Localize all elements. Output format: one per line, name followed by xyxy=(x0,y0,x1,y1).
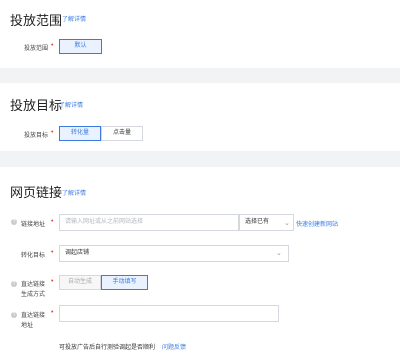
range-option-default-label: 默认 xyxy=(74,43,87,49)
range-option-default[interactable]: 默认 xyxy=(59,39,102,54)
help-icon[interactable]: ? xyxy=(11,312,17,318)
url-input-placeholder: 请输入网址或从之前网站选择 xyxy=(65,219,144,225)
direct-url-input[interactable] xyxy=(59,305,279,322)
range-section: 投放范围 了解详情 投放范围 • 默认 xyxy=(0,0,400,68)
goal-field-label: 投放目标 xyxy=(23,133,48,139)
url-label: 链接地址 xyxy=(21,222,46,228)
goal-section: 投放目标 了解详情 投放目标 • 转化量 点击量 xyxy=(0,83,400,151)
range-field-label: 投放范围 xyxy=(23,46,48,52)
url-existing-select-value: 选择已有 xyxy=(245,219,270,225)
quick-create-site-link[interactable]: 快速创建新网站 xyxy=(296,219,338,228)
url-input[interactable]: 请输入网址或从之前网站选择 xyxy=(59,214,239,231)
goal-option-clicks[interactable]: 点击量 xyxy=(101,126,143,141)
range-learn-more-link[interactable]: 了解详情 xyxy=(62,14,86,23)
required-mark: • xyxy=(51,42,54,49)
landing-section: 网页链接 了解详情 ? 链接地址 • 请输入网址或从之前网站选择 选择已有 ⌄ … xyxy=(0,167,400,353)
direct-mode-label-line2: 生成方式 xyxy=(21,292,46,298)
direct-mode-label-line1: 直达链接 xyxy=(21,282,46,288)
chevron-down-icon: ⌄ xyxy=(276,250,282,257)
chevron-down-icon: ⌄ xyxy=(284,220,290,227)
feedback-link[interactable]: 问题反馈 xyxy=(162,342,186,351)
goal-option-conversions[interactable]: 转化量 xyxy=(59,126,101,141)
required-mark: • xyxy=(51,278,54,285)
footer-note: 可投放广告后自行测验调起是否顺利 xyxy=(59,345,156,351)
required-mark: • xyxy=(51,218,54,225)
required-mark: • xyxy=(51,249,54,256)
convert-select-value: 调起店铺 xyxy=(65,250,90,256)
goal-learn-more-link[interactable]: 了解详情 xyxy=(59,100,83,109)
mode-manual-button[interactable]: 手动填写 xyxy=(101,275,148,290)
help-icon[interactable]: ? xyxy=(11,219,17,225)
convert-select[interactable]: 调起店铺 xyxy=(59,245,289,262)
range-section-title: 投放范围 xyxy=(10,13,63,28)
mode-auto-button[interactable]: 自动生成 xyxy=(59,275,101,290)
required-mark: • xyxy=(51,309,54,316)
help-icon[interactable]: ? xyxy=(11,281,17,287)
required-mark: • xyxy=(51,129,54,136)
direct-url-label-line2: 地址 xyxy=(21,323,34,329)
convert-label: 转化目标 xyxy=(21,253,46,259)
landing-section-title: 网页链接 xyxy=(10,185,63,200)
goal-section-title: 投放目标 xyxy=(10,98,63,113)
landing-learn-more-link[interactable]: 了解详情 xyxy=(62,188,86,197)
direct-url-label-line1: 直达链接 xyxy=(21,313,46,319)
